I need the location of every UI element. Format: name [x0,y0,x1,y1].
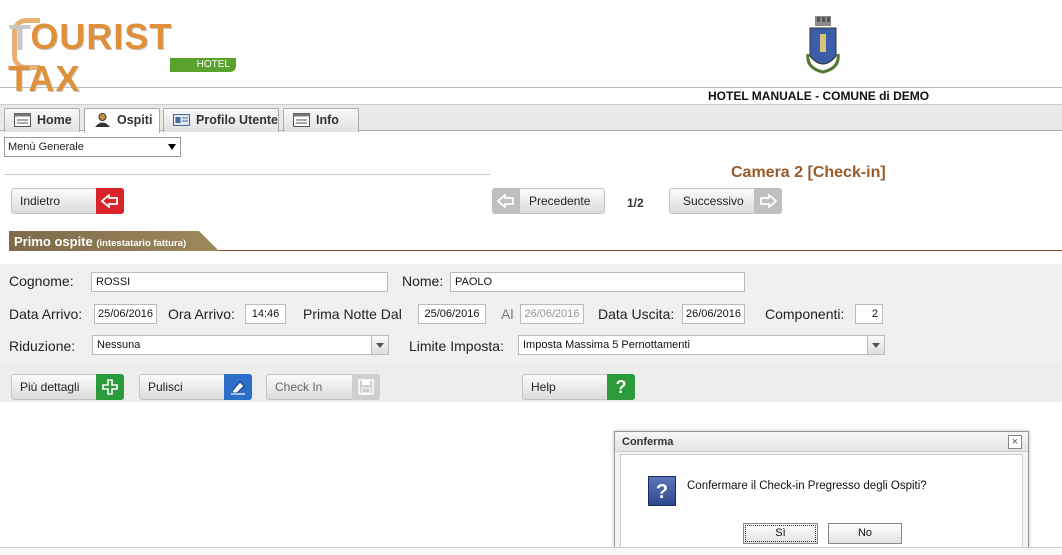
prima-notte-field[interactable]: 25/06/2016 [418,304,486,324]
general-menu-value: Menù Generale [8,141,84,153]
previous-button-label: Precedente [529,194,591,208]
check-in-label: Check In [275,380,323,394]
next-button-label: Successivo [683,194,744,208]
status-bar [0,547,1062,555]
main-tab-bar: Home Ospiti Profilo Utente Info [0,104,1062,133]
data-uscita-field[interactable]: 26/06/2016 [682,304,745,324]
section-subtitle: (intestatario fattura) [96,238,187,249]
tab-home[interactable]: Home [4,108,80,132]
clear-button[interactable]: Pulisci [139,374,252,400]
nome-label: Nome: [402,273,444,289]
more-details-button[interactable]: Più dettagli [11,374,124,400]
ora-arrivo-field[interactable]: 14:46 [245,304,286,324]
app-header: TOURIST TAX HOTEL [0,0,1062,99]
al-field: 26/06/2016 [520,304,584,324]
general-menu-select[interactable]: Menù Generale [4,137,181,157]
limite-label: Limite Imposta: [409,338,504,354]
tab-ospiti[interactable]: Ospiti [84,108,160,133]
divider [4,174,490,175]
dialog-body: ? Confermare il Check-in Pregresso degli… [620,454,1023,554]
componenti-label: Componenti: [765,306,845,322]
tab-info[interactable]: Info [283,108,359,132]
ora-arrivo-label: Ora Arrivo: [168,306,235,322]
al-label: Al [501,306,514,322]
page-indicator: 1/2 [627,196,644,210]
riduzione-select[interactable]: Nessuna [92,335,389,355]
window-icon [14,113,31,127]
dialog-title: Conferma [615,432,1028,452]
next-button[interactable]: Successivo [669,188,782,214]
tab-profilo-label: Profilo Utente [196,113,278,127]
dialog-message: Confermare il Check-in Pregresso degli O… [687,480,927,492]
riduzione-value: Nessuna [97,339,141,351]
eraser-icon [224,374,252,400]
check-in-button[interactable]: Check In [266,374,380,400]
save-icon [352,374,380,400]
data-arrivo-field[interactable]: 25/06/2016 [94,304,157,324]
cognome-field[interactable]: ROSSI [91,272,388,292]
question-icon: ? [607,374,635,400]
room-title: Camera 2 [Check-in] [731,164,886,181]
close-icon[interactable]: × [1008,435,1022,449]
limite-value: Imposta Massima 5 Pernottamenti [523,339,690,351]
plus-icon [96,374,124,400]
more-details-label: Più dettagli [20,380,80,394]
id-card-icon [173,114,190,126]
back-button-label: Indietro [20,194,61,208]
help-button[interactable]: Help ? [522,374,635,400]
chevron-down-icon [867,336,884,354]
nome-field[interactable]: PAOLO [450,272,745,292]
help-label: Help [531,380,556,394]
riduzione-label: Riduzione: [9,338,76,354]
guest-form: Cognome: ROSSI Nome: PAOLO Data Arrivo: … [0,264,1062,362]
componenti-field[interactable]: 2 [855,304,883,324]
chevron-down-icon [371,336,388,354]
question-icon: ? [648,476,676,506]
window-icon [293,113,310,127]
cognome-label: Cognome: [9,273,74,289]
prima-notte-label: Prima Notte Dal [303,306,402,322]
logo-hotel-tag: HOTEL [170,58,236,72]
section-title: Primo ospite (intestatario fattura) [14,234,187,249]
data-arrivo-label: Data Arrivo: [9,306,83,322]
tourist-tax-logo: TOURIST TAX HOTEL [8,14,238,99]
back-button[interactable]: Indietro [11,188,124,214]
yes-button[interactable]: Sì [743,523,818,544]
hotel-title: HOTEL MANUALE - COMUNE di DEMO [708,89,930,103]
tab-profilo-utente[interactable]: Profilo Utente [163,108,279,132]
limite-select[interactable]: Imposta Massima 5 Pernottamenti [518,335,885,355]
arrow-left-icon [492,188,520,214]
data-uscita-label: Data Uscita: [598,306,675,322]
municipality-crest-icon [806,16,840,74]
section-header: Primo ospite (intestatario fattura) [9,231,1062,251]
user-icon [95,113,110,127]
action-bar: Più dettagli Pulisci Check In Help ? [0,362,1062,402]
confirm-dialog: Conferma × ? Confermare il Check-in Preg… [614,431,1029,555]
previous-button[interactable]: Precedente [492,188,605,214]
arrow-right-icon [754,188,782,214]
chevron-down-icon [168,144,176,150]
tab-info-label: Info [316,113,339,127]
clear-label: Pulisci [148,380,183,394]
tab-ospiti-label: Ospiti [117,113,153,127]
tab-home-label: Home [37,113,72,127]
no-button[interactable]: No [828,523,902,544]
arrow-left-icon [96,188,124,214]
